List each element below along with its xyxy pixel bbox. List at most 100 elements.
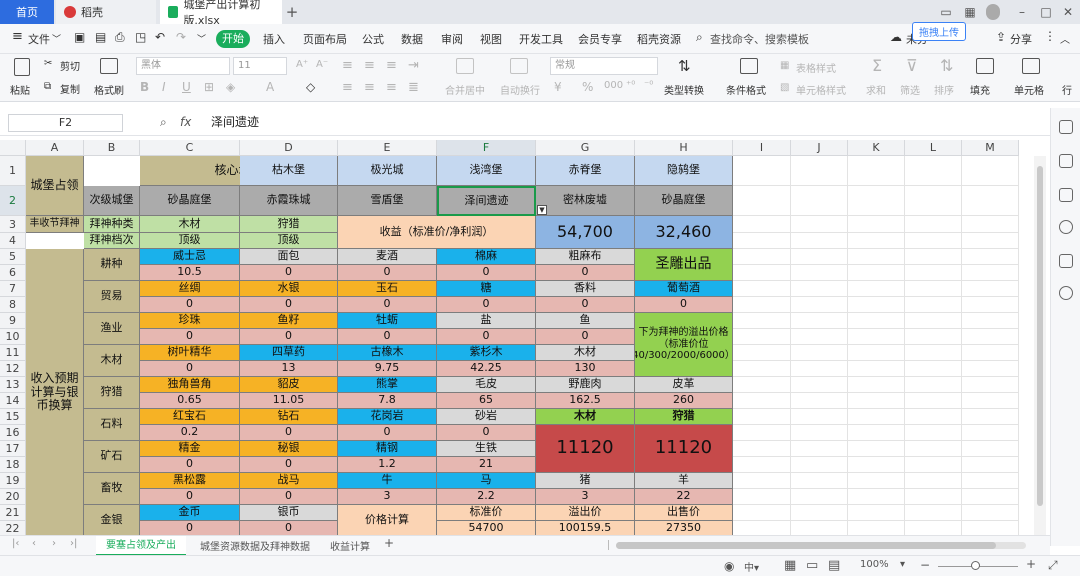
cell-c18[interactable]: 0 — [140, 457, 240, 473]
eye-icon[interactable]: ◉ — [724, 559, 734, 573]
cell-f1[interactable]: 浅湾堡 — [437, 156, 536, 186]
type-convert-icon[interactable]: ⇅ — [678, 57, 691, 75]
sort-icon[interactable]: ⇅ — [940, 56, 953, 75]
cell-g34[interactable]: 54,700 — [536, 216, 635, 249]
cell-f6[interactable]: 0 — [437, 265, 536, 281]
cell-h7[interactable]: 葡萄酒 — [635, 281, 733, 297]
cell-h14[interactable]: 260 — [635, 393, 733, 409]
cell-c7[interactable]: 丝绸 — [140, 281, 240, 297]
cell-f20[interactable]: 2.2 — [437, 489, 536, 505]
cell-b56[interactable]: 耕种 — [84, 249, 140, 281]
align-middle-icon[interactable]: ≡ — [364, 58, 375, 73]
zoom-out-button[interactable]: − — [920, 558, 930, 572]
cell-d19[interactable]: 战马 — [240, 473, 338, 489]
cell-e8[interactable]: 0 — [338, 297, 437, 313]
help-icon[interactable] — [1059, 220, 1073, 234]
row-header-8[interactable]: 8 — [0, 297, 26, 313]
tab-split-handle[interactable] — [608, 540, 614, 550]
share-button[interactable]: 分享 — [1010, 31, 1032, 47]
cell-h21[interactable]: 出售价 — [635, 505, 733, 521]
maximize-icon[interactable]: □ — [1038, 4, 1054, 20]
cell-h13[interactable]: 皮革 — [635, 377, 733, 393]
share-collab-icon[interactable] — [1059, 286, 1073, 300]
page-layout-view-icon[interactable]: ▭ — [806, 558, 818, 573]
cell-b2[interactable]: 次级城堡 — [84, 186, 140, 216]
row-header-4[interactable]: 4 — [0, 233, 26, 249]
format-painter-button[interactable]: 格式刷 — [94, 82, 124, 97]
clear-icon[interactable]: ◇ — [306, 80, 315, 94]
cell-c9[interactable]: 珍珠 — [140, 313, 240, 329]
cell-d17[interactable]: 秘银 — [240, 441, 338, 457]
cell-b2122[interactable]: 金银 — [84, 505, 140, 535]
cell-f14[interactable]: 65 — [437, 393, 536, 409]
cell-d12[interactable]: 13 — [240, 361, 338, 377]
cell-e20[interactable]: 3 — [338, 489, 437, 505]
font-color-icon[interactable]: A — [266, 80, 274, 94]
cell-f7[interactable]: 糖 — [437, 281, 536, 297]
cell-h19[interactable]: 羊 — [635, 473, 733, 489]
hamburger-icon[interactable]: ≡ — [12, 29, 23, 44]
more-vertical-icon[interactable]: ⋮ — [1044, 29, 1056, 43]
cell-h20[interactable]: 22 — [635, 489, 733, 505]
cell-d9[interactable]: 鱼籽 — [240, 313, 338, 329]
cell-f5[interactable]: 棉麻 — [437, 249, 536, 265]
column-header-a[interactable]: A — [26, 140, 84, 156]
sort-button[interactable]: 排序 — [934, 82, 954, 97]
cell-e14[interactable]: 7.8 — [338, 393, 437, 409]
cell-style-icon[interactable]: ▧ — [780, 82, 789, 93]
align-center-icon[interactable]: ≡ — [364, 80, 375, 95]
row-header-22[interactable]: 22 — [0, 521, 26, 535]
menu-page-layout[interactable]: 页面布局 — [303, 31, 347, 47]
row-header-1[interactable]: 1 — [0, 156, 26, 186]
cell-d11[interactable]: 四草药 — [240, 345, 338, 361]
cell-g2[interactable]: 密林废墟 — [536, 186, 635, 216]
avatar[interactable] — [986, 4, 1000, 20]
cell-g8[interactable]: 0 — [536, 297, 635, 313]
menu-dev-tools[interactable]: 开发工具 — [519, 31, 563, 47]
border-icon[interactable]: ⊞ — [204, 80, 214, 94]
fill-icon[interactable] — [976, 58, 994, 74]
cell-g22[interactable]: 100159.5 — [536, 521, 635, 535]
cell-d6[interactable]: 0 — [240, 265, 338, 281]
column-header-l[interactable]: L — [905, 140, 962, 156]
paste-button[interactable]: 粘贴 — [10, 82, 30, 97]
cell-h22[interactable]: 27350 — [635, 521, 733, 535]
pointer-icon[interactable] — [1059, 120, 1073, 134]
column-header-k[interactable]: K — [848, 140, 905, 156]
cell-e5[interactable]: 麦酒 — [338, 249, 437, 265]
copy-button[interactable]: 复制 — [60, 81, 80, 96]
cell-d18[interactable]: 0 — [240, 457, 338, 473]
column-header-f[interactable]: F — [437, 140, 536, 156]
cell-b1920[interactable]: 畜牧 — [84, 473, 140, 505]
cell-e34[interactable]: 收益（标准价/净利润） — [338, 216, 536, 249]
cell-c10[interactable]: 0 — [140, 329, 240, 345]
redo-icon[interactable]: ↷ — [176, 30, 186, 44]
tab-home[interactable]: 首页 — [0, 0, 54, 24]
currency-icon[interactable]: ¥ — [554, 80, 562, 94]
cell-b1718[interactable]: 矿石 — [84, 441, 140, 473]
menu-member[interactable]: 会员专享 — [578, 31, 622, 47]
tab-docer[interactable]: 稻壳 — [56, 0, 156, 24]
column-header-m[interactable]: M — [962, 140, 1019, 156]
input-method-button[interactable]: 中▾ — [744, 559, 759, 574]
conditional-format-icon[interactable] — [740, 58, 758, 74]
cell-b78[interactable]: 贸易 — [84, 281, 140, 313]
cell-f8[interactable]: 0 — [437, 297, 536, 313]
cell-c12[interactable]: 0 — [140, 361, 240, 377]
row-header-5[interactable]: 5 — [0, 249, 26, 265]
number-format-select[interactable]: 常规 — [550, 57, 658, 75]
cell-h1[interactable]: 隐鸫堡 — [635, 156, 733, 186]
column-header-c[interactable]: C — [140, 140, 240, 156]
cell-e18[interactable]: 1.2 — [338, 457, 437, 473]
row-header-20[interactable]: 20 — [0, 489, 26, 505]
cell-icon[interactable] — [1022, 58, 1040, 74]
format-painter-icon[interactable] — [100, 58, 118, 74]
fill-button[interactable]: 填充 — [970, 82, 990, 97]
cell-c20[interactable]: 0 — [140, 489, 240, 505]
column-header-h[interactable]: H — [635, 140, 733, 156]
font-shrink-icon[interactable]: A⁻ — [316, 59, 328, 70]
cell-g7[interactable]: 香料 — [536, 281, 635, 297]
tab-workbook[interactable]: 城堡产出计算初版.xlsx — [160, 0, 282, 27]
row-header-19[interactable]: 19 — [0, 473, 26, 489]
wrap-text-button[interactable]: 自动换行 — [500, 82, 540, 97]
